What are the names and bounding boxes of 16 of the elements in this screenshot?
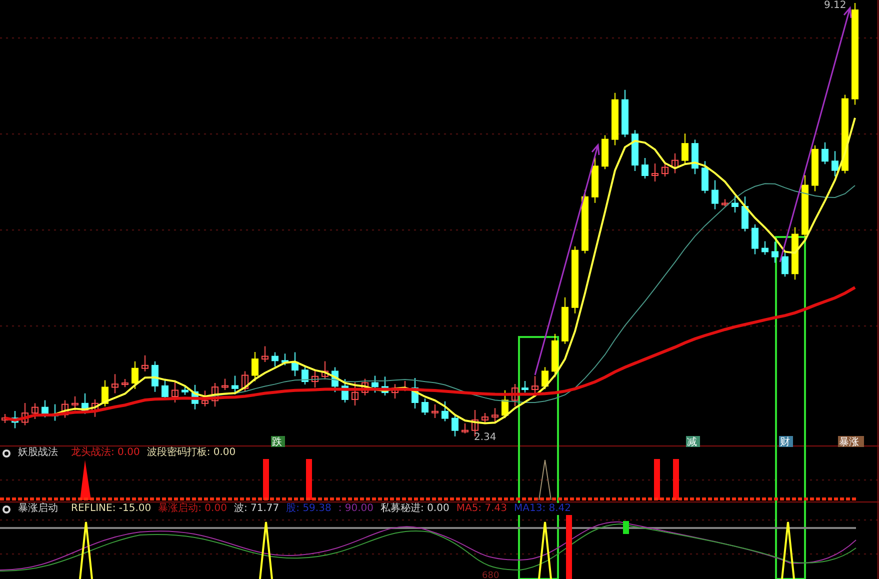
indicator-reading: 波段密码打板: 0.00 <box>146 447 236 459</box>
axis-label: 680 <box>482 571 500 579</box>
signal-label: 减 <box>687 437 697 448</box>
low-price-label: 2.34 <box>474 432 496 443</box>
oscillator-reading: 波: 71.77 <box>234 503 280 515</box>
signal-label: 财 <box>780 437 790 448</box>
indicator-reading: 龙头战法: 0.00 <box>71 447 140 459</box>
indicator-title: 妖股战法 <box>18 447 58 459</box>
oscillator-reading: 股: 59.38 <box>286 503 332 515</box>
oscillator-reading: 私募秘进: 0.00 <box>380 503 450 515</box>
high-price-label: 9.12 <box>824 0 846 11</box>
signal-label: 跌 <box>272 437 282 448</box>
oscillator-reading: MA13: 8.42 <box>514 503 572 515</box>
oscillator-reading: 暴涨启动: 0.00 <box>158 503 227 515</box>
signal-label: 暴涨 <box>839 437 859 448</box>
oscillator-title: 暴涨启动 <box>18 503 58 515</box>
